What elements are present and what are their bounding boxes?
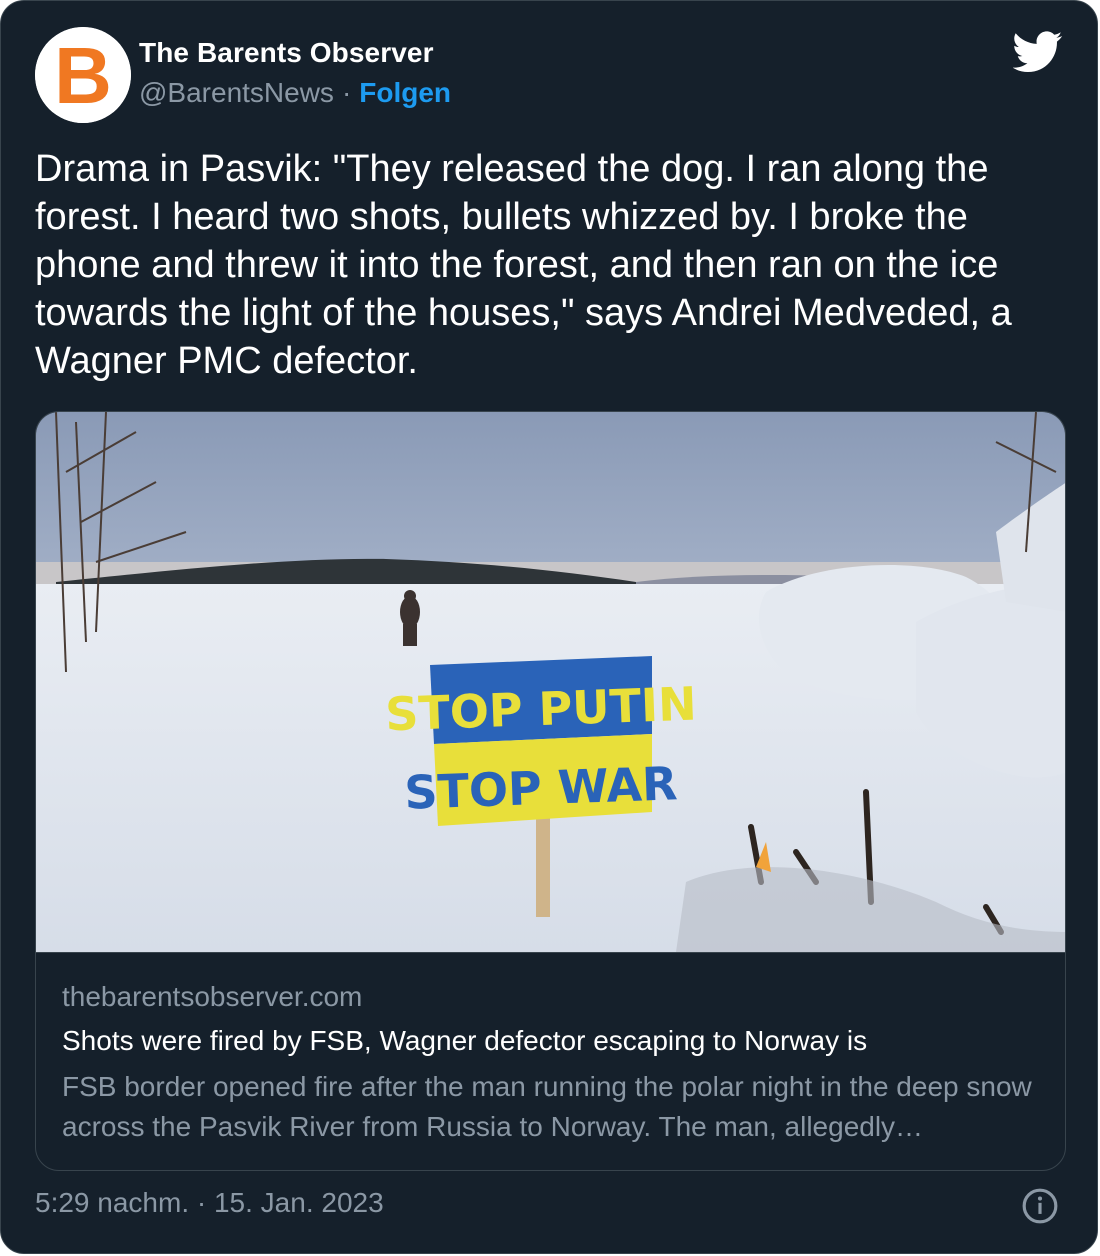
barents-logo-icon: B <box>35 27 131 123</box>
link-info[interactable]: thebarentsobserver.com Shots were fired … <box>36 952 1065 1170</box>
author-display-name[interactable]: The Barents Observer <box>139 37 434 69</box>
tweet-timestamp[interactable]: 5:29 nachm. · 15. Jan. 2023 <box>35 1187 384 1219</box>
link-description: FSB border opened fire after the man run… <box>62 1071 1032 1142</box>
separator-dot: · <box>341 77 352 108</box>
link-domain: thebarentsobserver.com <box>62 981 363 1012</box>
article-photo[interactable]: STOP PUTIN STOP WAR <box>36 412 1066 952</box>
author-handle[interactable]: @BarentsNews <box>139 77 334 108</box>
info-icon[interactable] <box>1021 1187 1059 1225</box>
author-avatar[interactable]: B <box>35 27 131 123</box>
link-preview-card[interactable]: STOP PUTIN STOP WAR thebarentsobserver.c… <box>35 411 1066 1171</box>
avatar-letter: B <box>54 31 112 120</box>
twitter-bird-icon[interactable] <box>1013 31 1063 73</box>
sign-line-1: STOP PUTIN <box>384 677 697 742</box>
author-meta: @BarentsNews · Folgen <box>139 77 451 109</box>
tweet-text: Drama in Pasvik: "They released the dog.… <box>35 148 1012 382</box>
tweet-card: B The Barents Observer @BarentsNews · Folg… <box>0 0 1098 1254</box>
sign-line-2: STOP WAR <box>403 756 678 819</box>
link-title: Shots were fired by FSB, Wagner defector… <box>62 1025 868 1056</box>
follow-button[interactable]: Folgen <box>359 77 451 108</box>
